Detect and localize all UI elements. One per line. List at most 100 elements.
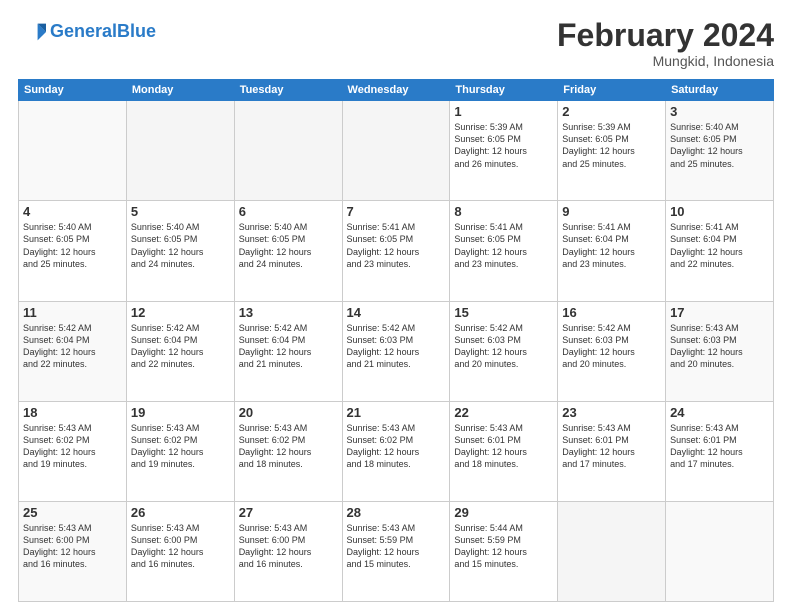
day-info: Sunrise: 5:43 AM Sunset: 6:03 PM Dayligh…	[670, 322, 769, 371]
day-info: Sunrise: 5:44 AM Sunset: 5:59 PM Dayligh…	[454, 522, 553, 571]
calendar-cell	[126, 101, 234, 201]
calendar-cell: 21Sunrise: 5:43 AM Sunset: 6:02 PM Dayli…	[342, 401, 450, 501]
logo: GeneralBlue	[18, 18, 156, 46]
page: GeneralBlue February 2024 Mungkid, Indon…	[0, 0, 792, 612]
day-number: 23	[562, 405, 661, 420]
calendar-cell: 3 Sunrise: 5:40 AM Sunset: 6:05 PM Daylig…	[666, 101, 774, 201]
calendar-cell: 18 Sunrise: 5:43 AM Sunset: 6:02 PM Dayli…	[19, 401, 127, 501]
day-info: Sunrise: 5:43 AM Sunset: 6:01 PM Dayligh…	[670, 422, 769, 471]
col-header-sunday: Sunday	[19, 80, 127, 101]
day-number: 13	[239, 305, 338, 320]
day-number: 20	[239, 405, 338, 420]
week-row-3: 18 Sunrise: 5:43 AM Sunset: 6:02 PM Dayli…	[19, 401, 774, 501]
calendar-cell: 12Sunrise: 5:42 AM Sunset: 6:04 PM Dayli…	[126, 301, 234, 401]
month-title: February 2024	[557, 18, 774, 53]
title-block: February 2024 Mungkid, Indonesia	[557, 18, 774, 69]
day-info: Sunrise: 5:43 AM Sunset: 6:02 PM Dayligh…	[239, 422, 338, 471]
calendar-cell: 1 Sunrise: 5:39 AM Sunset: 6:05 PM Daylig…	[450, 101, 558, 201]
day-number: 12	[131, 305, 230, 320]
day-number: 25	[23, 505, 122, 520]
day-number: 22	[454, 405, 553, 420]
col-header-monday: Monday	[126, 80, 234, 101]
calendar-cell: 24 Sunrise: 5:43 AM Sunset: 6:01 PM Dayli…	[666, 401, 774, 501]
calendar-cell: 23 Sunrise: 5:43 AM Sunset: 6:01 PM Dayli…	[558, 401, 666, 501]
calendar-cell: 9 Sunrise: 5:41 AM Sunset: 6:04 PM Daylig…	[558, 201, 666, 301]
day-number: 9	[562, 204, 661, 219]
day-info: Sunrise: 5:43 AM Sunset: 6:00 PM Dayligh…	[239, 522, 338, 571]
day-info: Sunrise: 5:40 AM Sunset: 6:05 PM Dayligh…	[131, 221, 230, 270]
calendar-cell: 14 Sunrise: 5:42 AM Sunset: 6:03 PM Dayli…	[342, 301, 450, 401]
logo-blue: Blue	[117, 21, 156, 41]
calendar-cell: 4 Sunrise: 5:40 AM Sunset: 6:05 PM Daylig…	[19, 201, 127, 301]
calendar-cell: 28Sunrise: 5:43 AM Sunset: 5:59 PM Dayli…	[342, 501, 450, 601]
day-info: Sunrise: 5:43 AM Sunset: 6:01 PM Dayligh…	[454, 422, 553, 471]
col-header-wednesday: Wednesday	[342, 80, 450, 101]
day-number: 6	[239, 204, 338, 219]
day-info: Sunrise: 5:42 AM Sunset: 6:03 PM Dayligh…	[562, 322, 661, 371]
calendar-cell: 17 Sunrise: 5:43 AM Sunset: 6:03 PM Dayli…	[666, 301, 774, 401]
day-number: 26	[131, 505, 230, 520]
day-number: 5	[131, 204, 230, 219]
logo-general: General	[50, 21, 117, 41]
logo-icon	[18, 18, 46, 46]
calendar-cell: 6 Sunrise: 5:40 AM Sunset: 6:05 PM Daylig…	[234, 201, 342, 301]
week-row-1: 4 Sunrise: 5:40 AM Sunset: 6:05 PM Daylig…	[19, 201, 774, 301]
calendar-cell: 7 Sunrise: 5:41 AM Sunset: 6:05 PM Daylig…	[342, 201, 450, 301]
day-info: Sunrise: 5:40 AM Sunset: 6:05 PM Dayligh…	[670, 121, 769, 170]
day-number: 28	[347, 505, 446, 520]
day-info: Sunrise: 5:43 AM Sunset: 6:02 PM Dayligh…	[131, 422, 230, 471]
day-number: 3	[670, 104, 769, 119]
day-number: 14	[347, 305, 446, 320]
day-number: 2	[562, 104, 661, 119]
calendar-cell	[19, 101, 127, 201]
day-info: Sunrise: 5:43 AM Sunset: 6:00 PM Dayligh…	[23, 522, 122, 571]
day-info: Sunrise: 5:41 AM Sunset: 6:05 PM Dayligh…	[347, 221, 446, 270]
day-number: 10	[670, 204, 769, 219]
calendar-cell: 29 Sunrise: 5:44 AM Sunset: 5:59 PM Dayli…	[450, 501, 558, 601]
calendar-cell: 13 Sunrise: 5:42 AM Sunset: 6:04 PM Dayli…	[234, 301, 342, 401]
day-info: Sunrise: 5:39 AM Sunset: 6:05 PM Dayligh…	[454, 121, 553, 170]
logo-text: GeneralBlue	[50, 22, 156, 42]
day-number: 21	[347, 405, 446, 420]
calendar-cell	[558, 501, 666, 601]
calendar-cell: 25 Sunrise: 5:43 AM Sunset: 6:00 PM Dayli…	[19, 501, 127, 601]
calendar-cell	[666, 501, 774, 601]
day-number: 11	[23, 305, 122, 320]
day-number: 4	[23, 204, 122, 219]
day-info: Sunrise: 5:41 AM Sunset: 6:04 PM Dayligh…	[670, 221, 769, 270]
calendar-cell: 27 Sunrise: 5:43 AM Sunset: 6:00 PM Dayli…	[234, 501, 342, 601]
calendar-cell: 5 Sunrise: 5:40 AM Sunset: 6:05 PM Daylig…	[126, 201, 234, 301]
col-header-friday: Friday	[558, 80, 666, 101]
col-header-tuesday: Tuesday	[234, 80, 342, 101]
day-number: 24	[670, 405, 769, 420]
day-info: Sunrise: 5:42 AM Sunset: 6:03 PM Dayligh…	[454, 322, 553, 371]
calendar-cell: 15Sunrise: 5:42 AM Sunset: 6:03 PM Dayli…	[450, 301, 558, 401]
day-info: Sunrise: 5:40 AM Sunset: 6:05 PM Dayligh…	[23, 221, 122, 270]
day-number: 18	[23, 405, 122, 420]
calendar-cell: 16Sunrise: 5:42 AM Sunset: 6:03 PM Dayli…	[558, 301, 666, 401]
day-info: Sunrise: 5:42 AM Sunset: 6:04 PM Dayligh…	[23, 322, 122, 371]
col-header-thursday: Thursday	[450, 80, 558, 101]
header: GeneralBlue February 2024 Mungkid, Indon…	[18, 18, 774, 69]
col-header-saturday: Saturday	[666, 80, 774, 101]
calendar-cell	[234, 101, 342, 201]
day-info: Sunrise: 5:40 AM Sunset: 6:05 PM Dayligh…	[239, 221, 338, 270]
day-info: Sunrise: 5:42 AM Sunset: 6:04 PM Dayligh…	[239, 322, 338, 371]
day-number: 1	[454, 104, 553, 119]
day-info: Sunrise: 5:43 AM Sunset: 6:01 PM Dayligh…	[562, 422, 661, 471]
calendar-cell: 20 Sunrise: 5:43 AM Sunset: 6:02 PM Dayli…	[234, 401, 342, 501]
calendar-cell: 22 Sunrise: 5:43 AM Sunset: 6:01 PM Dayli…	[450, 401, 558, 501]
location: Mungkid, Indonesia	[557, 53, 774, 69]
calendar-cell: 19 Sunrise: 5:43 AM Sunset: 6:02 PM Dayli…	[126, 401, 234, 501]
day-info: Sunrise: 5:41 AM Sunset: 6:04 PM Dayligh…	[562, 221, 661, 270]
day-info: Sunrise: 5:42 AM Sunset: 6:03 PM Dayligh…	[347, 322, 446, 371]
week-row-2: 11 Sunrise: 5:42 AM Sunset: 6:04 PM Dayli…	[19, 301, 774, 401]
calendar-cell: 10 Sunrise: 5:41 AM Sunset: 6:04 PM Dayli…	[666, 201, 774, 301]
day-info: Sunrise: 5:43 AM Sunset: 6:02 PM Dayligh…	[23, 422, 122, 471]
day-number: 27	[239, 505, 338, 520]
day-number: 17	[670, 305, 769, 320]
day-number: 7	[347, 204, 446, 219]
day-number: 19	[131, 405, 230, 420]
day-info: Sunrise: 5:39 AM Sunset: 6:05 PM Dayligh…	[562, 121, 661, 170]
day-number: 29	[454, 505, 553, 520]
